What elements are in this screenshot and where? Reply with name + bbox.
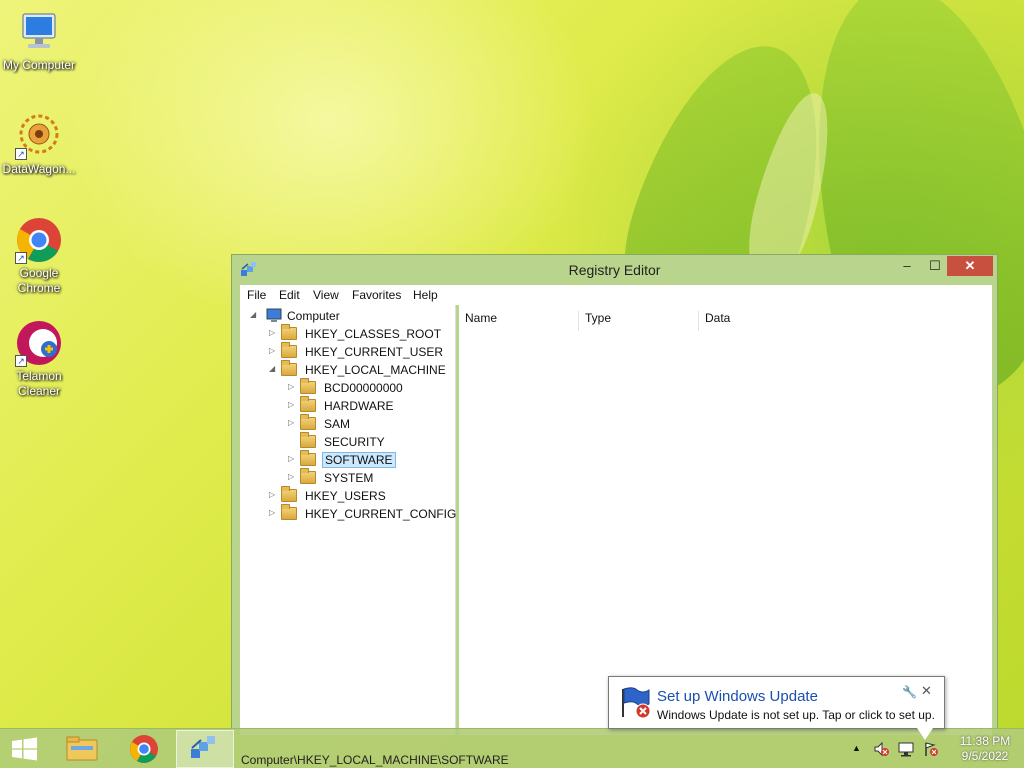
tree-item-label: HARDWARE	[324, 399, 394, 413]
desktop-icon-label: Google Chrome	[17, 266, 61, 295]
folder-icon	[300, 432, 316, 448]
desktop-icon-label: Telamon Cleaner	[16, 369, 62, 398]
expand-icon[interactable]: ▷	[288, 382, 298, 391]
windows-update-notification[interactable]: Set up Windows Update Windows Update is …	[608, 676, 945, 729]
windows-start-icon	[12, 737, 37, 761]
close-icon[interactable]: ✕	[921, 683, 932, 699]
column-header-type[interactable]: Type	[579, 311, 699, 331]
desktop-icon-my-computer[interactable]: My Computer	[1, 8, 77, 73]
file-explorer-icon	[66, 736, 98, 761]
datawagon-icon: ↗	[15, 112, 63, 160]
tree-item-label: HKEY_CURRENT_CONFIG	[305, 507, 457, 521]
tree-item-label: SECURITY	[324, 435, 385, 449]
taskbar-chrome[interactable]	[115, 730, 173, 768]
expand-icon[interactable]: ▷	[288, 472, 298, 481]
taskbar-registry-editor[interactable]	[176, 730, 234, 768]
column-header-data[interactable]: Data	[699, 311, 989, 331]
minimize-button[interactable]: –	[894, 256, 920, 276]
folder-open-icon	[281, 360, 297, 376]
tree-item-label: HKEY_CURRENT_USER	[305, 345, 444, 359]
folder-icon	[281, 342, 297, 358]
folder-icon	[281, 486, 297, 502]
chrome-icon: ↗	[15, 216, 63, 264]
network-icon[interactable]	[898, 741, 914, 760]
tree-item-label: SYSTEM	[324, 471, 374, 485]
menu-edit[interactable]: Edit	[279, 288, 300, 302]
tree-item-label: HKEY_CLASSES_ROOT	[305, 327, 442, 341]
tree-item-label: BCD00000000	[324, 381, 403, 395]
folder-icon	[281, 324, 297, 340]
tree-item-label: Computer	[287, 309, 340, 323]
desktop-icon-google-chrome[interactable]: ↗ Google Chrome	[1, 216, 77, 296]
shortcut-arrow-icon: ↗	[15, 355, 27, 367]
folder-icon	[300, 450, 316, 466]
desktop-icon-label: DataWagon...	[2, 162, 76, 176]
menu-view[interactable]: View	[313, 288, 339, 302]
expand-icon[interactable]: ▷	[269, 490, 279, 499]
tree-item-label: HKEY_LOCAL_MACHINE	[305, 363, 446, 377]
notification-message: Windows Update is not set up. Tap or cli…	[657, 708, 935, 722]
desktop-icon-telamon-cleaner[interactable]: ↗ Telamon Cleaner	[1, 319, 77, 399]
collapse-icon[interactable]: ◢	[269, 364, 279, 373]
taskbar: Computer\HKEY_LOCAL_MACHINE\SOFTWARE ▲ 1…	[0, 728, 1024, 768]
desktop-icon-label: My Computer	[2, 58, 76, 72]
registry-tree[interactable]: ◢ Computer ▷ HKEY_CLASSES_ROOT ▷ HKEY_CU…	[240, 305, 456, 735]
tree-item-label: SAM	[324, 417, 351, 431]
expand-icon[interactable]: ▷	[288, 454, 298, 463]
expand-icon[interactable]: ▷	[288, 418, 298, 427]
maximize-button[interactable]: ☐	[922, 256, 948, 276]
wrench-icon[interactable]: 🔧	[902, 685, 917, 699]
values-list[interactable]: Name Type Data	[459, 305, 992, 735]
expand-icon[interactable]: ▷	[269, 328, 279, 337]
column-header-name[interactable]: Name	[459, 311, 579, 331]
menu-file[interactable]: File	[247, 288, 266, 302]
balloon-tail	[917, 728, 933, 740]
close-button[interactable]: ✕	[947, 256, 993, 276]
status-bar-path: Computer\HKEY_LOCAL_MACHINE\SOFTWARE	[241, 753, 509, 767]
show-hidden-icons-button[interactable]: ▲	[852, 743, 861, 753]
shortcut-arrow-icon: ↗	[15, 252, 27, 264]
clock-time: 11:38 PM	[959, 734, 1011, 748]
registry-editor-window[interactable]: Registry Editor – ☐ ✕ File Edit View Fav…	[231, 254, 998, 735]
folder-icon	[300, 396, 316, 412]
menu-help[interactable]: Help	[413, 288, 438, 302]
expand-icon[interactable]: ▷	[288, 400, 298, 409]
window-title: Registry Editor	[568, 262, 661, 278]
action-center-error-icon[interactable]	[923, 741, 939, 760]
title-bar[interactable]: Registry Editor – ☐ ✕	[232, 255, 997, 285]
clock[interactable]: 11:38 PM 9/5/2022	[950, 734, 1020, 764]
computer-icon	[15, 8, 63, 56]
folder-icon	[300, 378, 316, 394]
folder-icon	[300, 414, 316, 430]
shortcut-arrow-icon: ↗	[15, 148, 27, 160]
tree-item-label: SOFTWARE	[322, 452, 396, 468]
computer-icon	[266, 308, 282, 326]
clock-date: 9/5/2022	[961, 749, 1009, 763]
chrome-icon	[130, 735, 158, 763]
volume-muted-icon[interactable]	[873, 741, 889, 760]
tree-item-label: HKEY_USERS	[305, 489, 386, 503]
taskbar-file-explorer[interactable]	[53, 730, 111, 768]
expand-icon[interactable]: ▷	[269, 346, 279, 355]
folder-icon	[300, 468, 316, 484]
notification-title: Set up Windows Update	[657, 688, 818, 705]
menu-favorites[interactable]: Favorites	[352, 288, 401, 302]
folder-icon	[281, 504, 297, 520]
windows-update-flag-icon	[619, 685, 653, 719]
telamon-cleaner-icon: ↗	[15, 319, 63, 367]
collapse-icon[interactable]: ◢	[250, 310, 260, 319]
expand-icon[interactable]: ▷	[269, 508, 279, 517]
menu-bar: File Edit View Favorites Help	[240, 285, 992, 305]
regedit-icon	[191, 736, 215, 758]
start-button[interactable]	[0, 730, 50, 768]
desktop-icon-datawagon[interactable]: ↗ DataWagon...	[1, 112, 77, 177]
